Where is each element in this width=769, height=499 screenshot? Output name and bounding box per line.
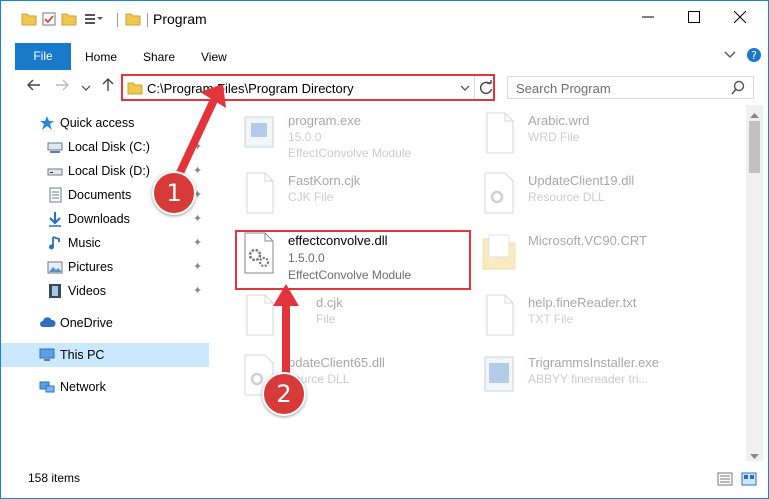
step-badge-1: 1 — [152, 171, 196, 215]
annotation-arrows — [168, 84, 299, 386]
step-badge-2: 2 — [262, 372, 306, 416]
